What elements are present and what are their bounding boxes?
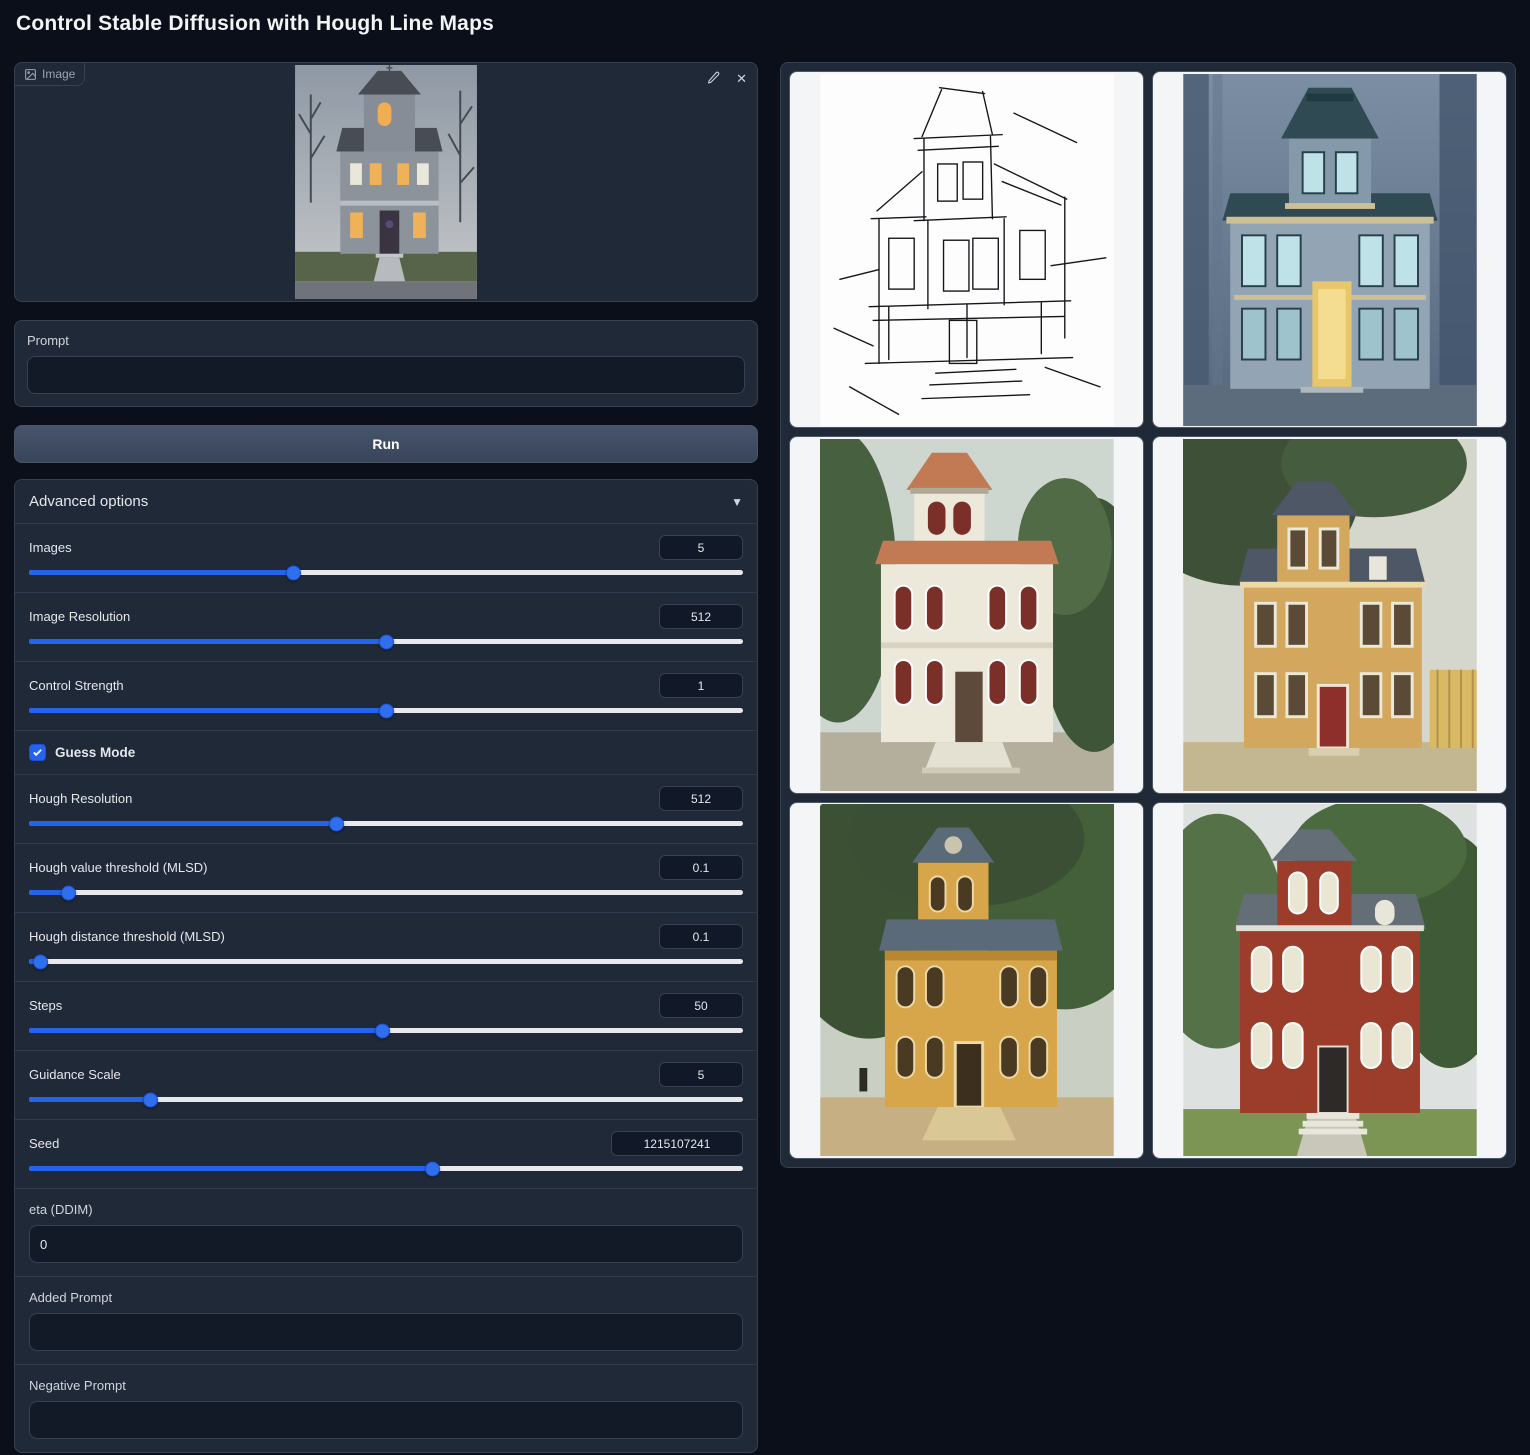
results-column xyxy=(780,62,1516,1168)
guess-mode-row[interactable]: Guess Mode xyxy=(15,730,757,774)
slider-seed-value[interactable] xyxy=(611,1131,743,1156)
run-button[interactable]: Run xyxy=(14,425,758,463)
slider-hough-distance-threshold-label: Hough distance threshold (MLSD) xyxy=(29,929,225,944)
gallery-image-tan-house xyxy=(1183,439,1477,791)
gallery-item-red-house[interactable] xyxy=(1152,802,1507,1159)
slider-hough-resolution-value[interactable] xyxy=(659,786,743,811)
clear-image-button[interactable]: ✕ xyxy=(734,69,749,88)
slider-steps: Steps xyxy=(15,981,757,1050)
slider-image-resolution-handle[interactable] xyxy=(379,634,394,649)
gallery-item-white-house[interactable] xyxy=(789,436,1144,793)
negative-prompt-label: Negative Prompt xyxy=(29,1378,743,1393)
slider-control-strength-track[interactable] xyxy=(29,708,743,713)
advanced-options-panel: Advanced options ▼ Images Image Resoluti… xyxy=(14,479,758,1453)
slider-guidance-scale-track[interactable] xyxy=(29,1097,743,1102)
slider-seed-track[interactable] xyxy=(29,1166,743,1171)
gallery-item-teal-house[interactable] xyxy=(1152,71,1507,428)
input-image-block[interactable]: Image ✕ xyxy=(14,62,758,302)
gallery-image-white-house xyxy=(820,439,1114,791)
slider-hough-resolution: Hough Resolution xyxy=(15,774,757,843)
prompt-label: Prompt xyxy=(27,333,745,348)
slider-hough-resolution-handle[interactable] xyxy=(329,816,344,831)
slider-hough-resolution-track[interactable] xyxy=(29,821,743,826)
gallery-image-teal-house xyxy=(1183,74,1477,426)
slider-steps-track[interactable] xyxy=(29,1028,743,1033)
slider-seed: Seed xyxy=(15,1119,757,1188)
page-title: Control Stable Diffusion with Hough Line… xyxy=(16,12,494,36)
slider-control-strength-label: Control Strength xyxy=(29,678,124,693)
guess-mode-checkbox[interactable] xyxy=(29,744,46,761)
added-prompt-block: Added Prompt xyxy=(15,1276,757,1364)
eta-input[interactable] xyxy=(29,1225,743,1263)
negative-prompt-input[interactable] xyxy=(29,1401,743,1439)
slider-image-resolution-track[interactable] xyxy=(29,639,743,644)
slider-steps-handle[interactable] xyxy=(375,1023,390,1038)
prompt-input[interactable] xyxy=(27,356,745,394)
slider-hough-distance-threshold-handle[interactable] xyxy=(33,954,48,969)
check-icon xyxy=(32,747,43,758)
edit-image-button[interactable] xyxy=(705,69,722,88)
slider-steps-label: Steps xyxy=(29,998,62,1013)
added-prompt-input[interactable] xyxy=(29,1313,743,1351)
slider-guidance-scale: Guidance Scale xyxy=(15,1050,757,1119)
slider-control-strength-handle[interactable] xyxy=(379,703,394,718)
slider-images: Images xyxy=(15,523,757,592)
negative-prompt-block: Negative Prompt xyxy=(15,1364,757,1452)
gallery-item-tan-house[interactable] xyxy=(1152,436,1507,793)
app-window: Control Stable Diffusion with Hough Line… xyxy=(0,0,1530,1455)
slider-hough-value-threshold: Hough value threshold (MLSD) xyxy=(15,843,757,912)
chevron-down-icon: ▼ xyxy=(731,495,743,509)
image-actions: ✕ xyxy=(705,69,749,88)
image-block-label: Image xyxy=(15,63,85,86)
slider-hough-distance-threshold: Hough distance threshold (MLSD) xyxy=(15,912,757,981)
slider-image-resolution: Image Resolution xyxy=(15,592,757,661)
gallery-image-red-house xyxy=(1183,804,1477,1156)
slider-image-resolution-label: Image Resolution xyxy=(29,609,130,624)
advanced-options-header[interactable]: Advanced options ▼ xyxy=(15,480,757,523)
slider-hough-value-threshold-label: Hough value threshold (MLSD) xyxy=(29,860,207,875)
added-prompt-label: Added Prompt xyxy=(29,1290,743,1305)
eta-block: eta (DDIM) xyxy=(15,1188,757,1276)
eta-label: eta (DDIM) xyxy=(29,1202,743,1217)
slider-hough-distance-threshold-track[interactable] xyxy=(29,959,743,964)
output-gallery xyxy=(780,62,1516,1168)
slider-control-strength-value[interactable] xyxy=(659,673,743,698)
image-block-label-text: Image xyxy=(42,67,75,81)
slider-hough-value-threshold-handle[interactable] xyxy=(61,885,76,900)
slider-image-resolution-value[interactable] xyxy=(659,604,743,629)
image-icon xyxy=(24,68,37,81)
prompt-block: Prompt xyxy=(14,320,758,407)
slider-guidance-scale-label: Guidance Scale xyxy=(29,1067,121,1082)
slider-control-strength: Control Strength xyxy=(15,661,757,730)
controls-column: Image ✕ xyxy=(14,62,758,1453)
slider-hough-resolution-label: Hough Resolution xyxy=(29,791,132,806)
gallery-item-hough-map[interactable] xyxy=(789,71,1144,428)
advanced-options-title: Advanced options xyxy=(29,493,148,510)
slider-hough-value-threshold-track[interactable] xyxy=(29,890,743,895)
input-image[interactable] xyxy=(295,65,477,299)
gallery-image-golden-house xyxy=(820,804,1114,1156)
slider-steps-value[interactable] xyxy=(659,993,743,1018)
slider-hough-distance-threshold-value[interactable] xyxy=(659,924,743,949)
slider-seed-handle[interactable] xyxy=(425,1161,440,1176)
slider-images-value[interactable] xyxy=(659,535,743,560)
slider-images-handle[interactable] xyxy=(286,565,301,580)
gallery-image-hough-map xyxy=(820,74,1114,426)
slider-guidance-scale-value[interactable] xyxy=(659,1062,743,1087)
gallery-item-golden-house[interactable] xyxy=(789,802,1144,1159)
pencil-icon xyxy=(707,71,720,84)
slider-guidance-scale-handle[interactable] xyxy=(143,1092,158,1107)
slider-seed-label: Seed xyxy=(29,1136,59,1151)
slider-images-label: Images xyxy=(29,540,72,555)
slider-hough-value-threshold-value[interactable] xyxy=(659,855,743,880)
guess-mode-label: Guess Mode xyxy=(55,745,135,760)
slider-images-track[interactable] xyxy=(29,570,743,575)
